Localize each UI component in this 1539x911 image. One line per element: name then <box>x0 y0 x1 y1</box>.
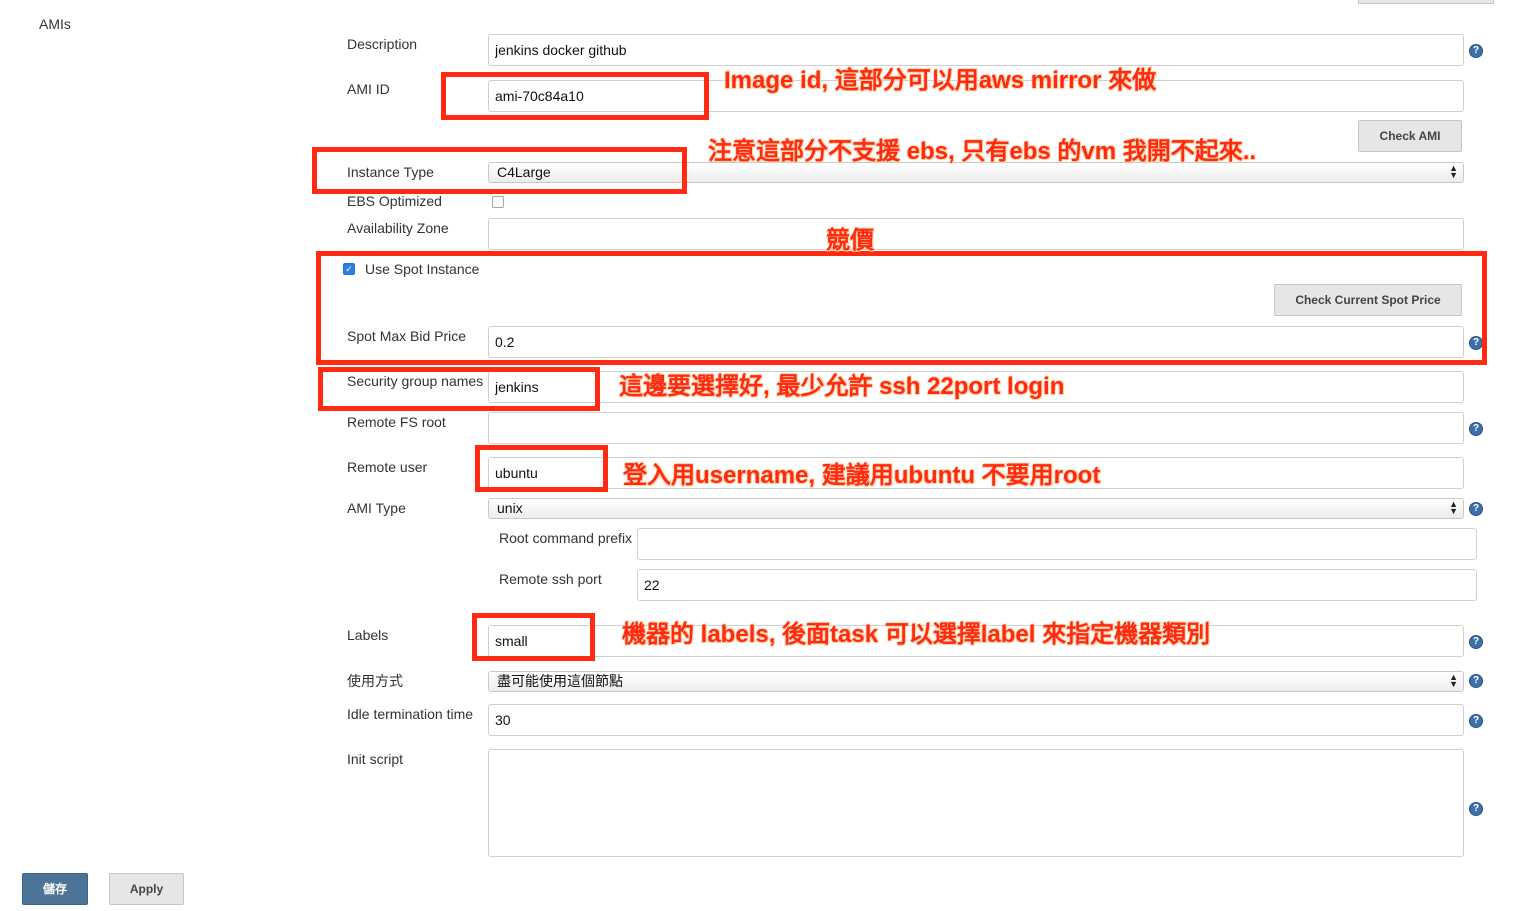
check-spot-price-button[interactable]: Check Current Spot Price <box>1274 284 1462 316</box>
chevron-updown-icon: ▲ ▼ <box>1449 499 1458 516</box>
help-icon[interactable]: ? <box>1469 336 1483 350</box>
remote-fs-root-label: Remote FS root <box>347 414 446 430</box>
idle-termination-input[interactable] <box>488 704 1464 736</box>
remote-user-label: Remote user <box>347 459 428 475</box>
root-command-prefix-input[interactable] <box>637 528 1477 560</box>
ami-id-input[interactable] <box>488 80 1464 112</box>
remote-user-input[interactable] <box>488 457 1464 489</box>
help-icon[interactable]: ? <box>1469 422 1483 436</box>
init-script-label: Init script <box>347 751 404 767</box>
remote-fs-root-input[interactable] <box>488 412 1464 444</box>
instance-type-value: C4Large <box>497 164 551 180</box>
remote-ssh-port-label: Remote ssh port <box>499 571 602 587</box>
labels-label: Labels <box>347 627 389 643</box>
annotation-instance-type: 注意這部分不支援 ebs, 只有ebs 的vm 我開不起來.. <box>708 138 1257 165</box>
description-input[interactable] <box>488 34 1464 66</box>
idle-termination-label: Idle termination time <box>347 706 474 722</box>
help-icon[interactable]: ? <box>1469 635 1483 649</box>
spot-max-bid-input[interactable] <box>488 326 1464 358</box>
help-icon[interactable]: ? <box>1469 714 1483 728</box>
ebs-optimized-checkbox[interactable] <box>492 196 504 208</box>
ami-id-label: AMI ID <box>347 81 390 97</box>
chevron-updown-icon: ▲ ▼ <box>1449 163 1458 180</box>
help-icon[interactable]: ? <box>1469 44 1483 58</box>
save-button[interactable]: 儲存 <box>22 873 88 905</box>
section-title: AMIs <box>39 16 71 32</box>
ebs-optimized-label: EBS Optimized <box>347 193 442 209</box>
description-label: Description <box>347 36 418 52</box>
check-ami-button[interactable]: Check AMI <box>1358 120 1462 152</box>
ami-type-select[interactable]: unix ▲ ▼ <box>488 498 1464 519</box>
help-icon[interactable]: ? <box>1469 674 1483 688</box>
usage-value: 盡可能使用這個節點 <box>497 673 623 689</box>
usage-select[interactable]: 盡可能使用這個節點 ▲ ▼ <box>488 671 1464 692</box>
remote-ssh-port-input[interactable] <box>637 569 1477 601</box>
ami-type-label: AMI Type <box>347 500 406 516</box>
availability-zone-input[interactable] <box>488 218 1464 250</box>
use-spot-label: Use Spot Instance <box>365 261 480 277</box>
ami-type-value: unix <box>497 500 523 516</box>
chevron-updown-icon: ▲ ▼ <box>1449 672 1458 689</box>
labels-input[interactable] <box>488 625 1464 657</box>
availability-zone-label: Availability Zone <box>347 220 449 236</box>
top-button-edge <box>1358 0 1494 4</box>
spot-max-bid-label: Spot Max Bid Price <box>347 328 467 344</box>
init-script-textarea[interactable] <box>488 749 1464 857</box>
security-group-label: Security group names <box>347 373 484 389</box>
help-icon[interactable]: ? <box>1469 802 1483 816</box>
security-group-input[interactable] <box>488 371 1464 403</box>
apply-button[interactable]: Apply <box>109 873 184 905</box>
usage-label: 使用方式 <box>347 673 403 689</box>
use-spot-checkbox[interactable]: ✓ <box>343 263 355 275</box>
instance-type-select[interactable]: C4Large ▲ ▼ <box>488 162 1464 183</box>
root-command-prefix-label: Root command prefix <box>499 530 633 546</box>
instance-type-label: Instance Type <box>347 164 434 180</box>
help-icon[interactable]: ? <box>1469 502 1483 516</box>
